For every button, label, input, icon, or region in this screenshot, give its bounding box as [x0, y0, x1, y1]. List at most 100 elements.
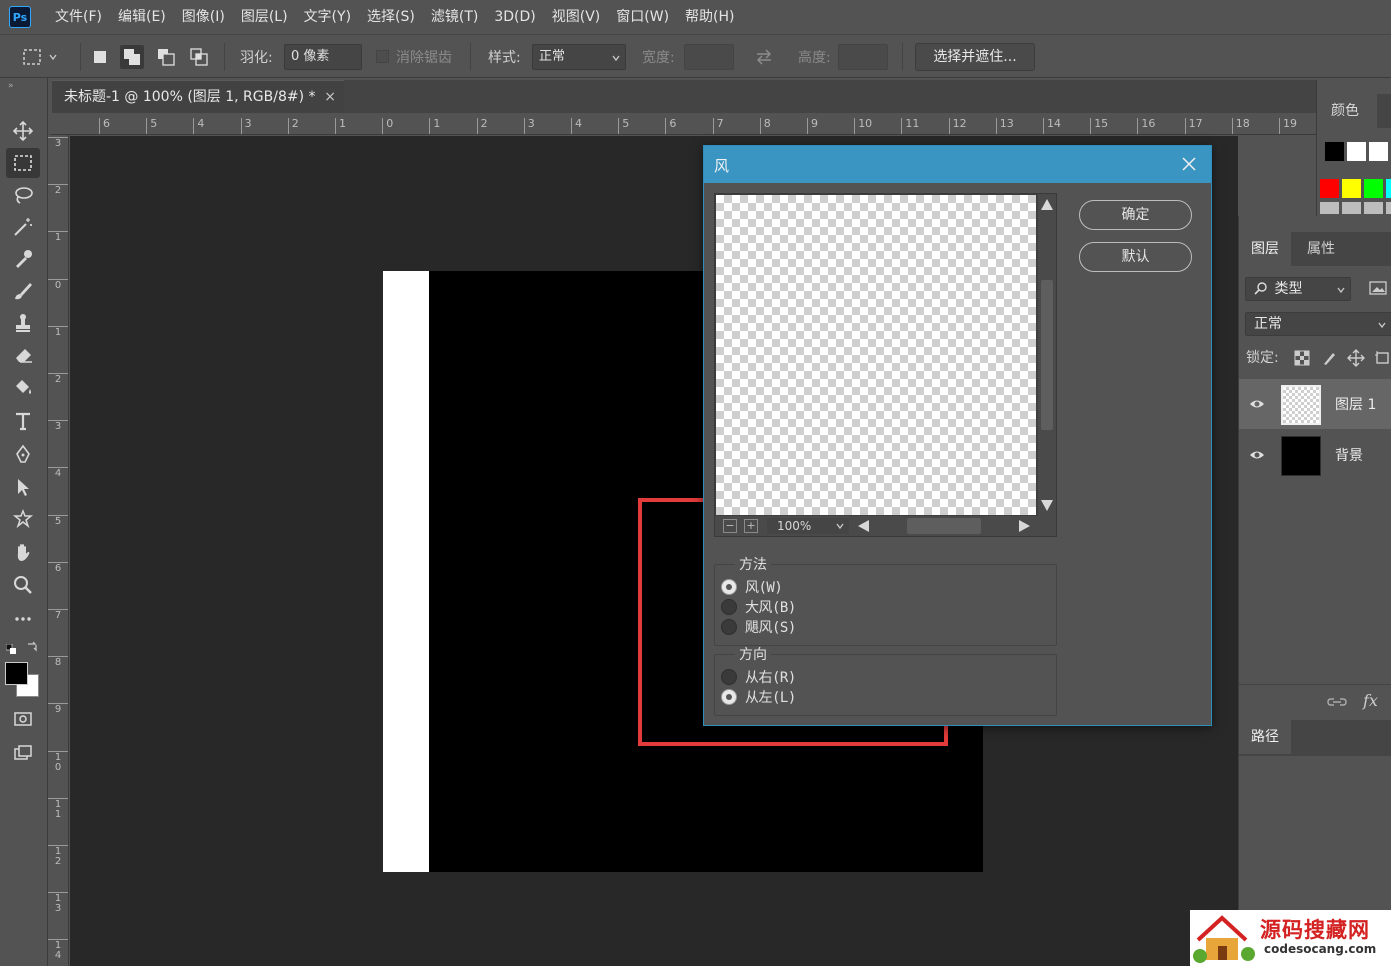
lock-image-pixels-icon[interactable] [1321, 350, 1337, 370]
default-colors-icon[interactable] [5, 642, 16, 654]
more-tools-button[interactable] [6, 604, 40, 634]
zoom-out-button[interactable]: − [723, 519, 737, 533]
lock-transparent-pixels-icon[interactable] [1294, 350, 1310, 370]
pen-tool[interactable] [6, 440, 40, 470]
clone-stamp-tool[interactable] [6, 308, 40, 338]
ok-button[interactable]: 确定 [1079, 200, 1192, 230]
tab-layers[interactable]: 图层 [1239, 232, 1291, 266]
document-tab[interactable]: 未标题-1 @ 100% (图层 1, RGB/8#) * × [52, 80, 344, 113]
radio-button[interactable] [721, 599, 737, 615]
preview-horizontal-thumb[interactable] [907, 518, 981, 534]
tool-preset-picker[interactable] [22, 45, 70, 69]
magnifier-icon [14, 576, 32, 594]
swatch[interactable] [1364, 179, 1383, 198]
eraser-tool[interactable] [6, 340, 40, 370]
scroll-left-icon[interactable] [855, 518, 871, 534]
swatch[interactable] [1386, 179, 1391, 198]
method-option-blast[interactable]: 大风(B) [721, 597, 796, 617]
radio-button[interactable] [721, 669, 737, 685]
collapse-toolbar-icon[interactable]: » [8, 81, 14, 91]
subtract-selection-button[interactable] [154, 45, 178, 69]
lock-artboard-icon[interactable] [1374, 350, 1390, 370]
quick-mask-button[interactable] [6, 704, 40, 734]
brush-tool[interactable] [6, 276, 40, 306]
menu-image[interactable]: 图像(I) [174, 0, 233, 34]
menu-help[interactable]: 帮助(H) [677, 0, 742, 34]
radio-button[interactable] [721, 619, 737, 635]
swap-dimensions-button[interactable] [754, 48, 774, 70]
layer-row[interactable]: 图层 1 [1239, 379, 1391, 429]
method-option-wind[interactable]: 风(W) [721, 577, 783, 597]
intersect-selection-button[interactable] [187, 45, 211, 69]
height-input[interactable] [838, 44, 888, 70]
preview-image[interactable] [716, 195, 1036, 515]
zoom-tool[interactable] [6, 570, 40, 600]
radio-button[interactable] [721, 689, 737, 705]
style-select[interactable]: 正常 [532, 44, 626, 70]
swatch[interactable] [1320, 179, 1339, 198]
menu-file[interactable]: 文件(F) [47, 0, 110, 34]
menu-3d[interactable]: 3D(D) [486, 0, 543, 34]
feather-input[interactable]: 0 像素 [284, 44, 362, 70]
tab-paths[interactable]: 路径 [1239, 720, 1291, 754]
swatch[interactable] [1347, 142, 1366, 161]
zoom-in-button[interactable]: + [744, 519, 758, 533]
layer-row[interactable]: 背景 [1239, 430, 1391, 480]
scroll-right-icon[interactable] [1017, 518, 1033, 534]
hand-tool[interactable] [6, 537, 40, 567]
blend-mode-select[interactable]: 正常 [1245, 312, 1391, 336]
swatch[interactable] [1369, 142, 1388, 161]
select-and-mask-button[interactable]: 选择并遮住... [915, 43, 1035, 71]
grey-swatches[interactable] [1320, 202, 1391, 214]
swap-colors-icon[interactable] [26, 640, 38, 656]
type-tool[interactable] [6, 406, 40, 436]
link-layers-icon[interactable] [1327, 695, 1347, 709]
default-button[interactable]: 默认 [1079, 242, 1192, 272]
eyedropper-tool[interactable] [6, 244, 40, 274]
close-icon[interactable] [1177, 152, 1201, 176]
scroll-down-icon[interactable] [1038, 498, 1056, 514]
swatch[interactable] [1325, 142, 1344, 161]
rectangular-marquee-tool[interactable] [6, 148, 40, 178]
radio-button[interactable] [721, 579, 737, 595]
path-selection-tool[interactable] [6, 472, 40, 502]
antialias-checkbox[interactable] [376, 50, 389, 63]
menu-view[interactable]: 视图(V) [544, 0, 609, 34]
visibility-eye-icon[interactable] [1249, 447, 1265, 463]
custom-shape-tool[interactable] [6, 504, 40, 534]
lasso-tool[interactable] [6, 180, 40, 210]
width-input[interactable] [684, 44, 734, 70]
tab-swatches[interactable] [1377, 94, 1391, 128]
move-tool[interactable] [6, 116, 40, 146]
direction-option-right[interactable]: 从右(R) [721, 667, 796, 687]
method-option-stagger[interactable]: 飓风(S) [721, 617, 796, 637]
add-to-selection-button[interactable] [120, 45, 144, 69]
layer-effects-icon[interactable]: fx [1363, 691, 1378, 710]
direction-option-left[interactable]: 从左(L) [721, 687, 796, 707]
scroll-up-icon[interactable] [1038, 196, 1056, 212]
foreground-color-swatch[interactable] [5, 662, 28, 685]
menu-type[interactable]: 文字(Y) [296, 0, 359, 34]
screen-mode-button[interactable] [6, 738, 40, 768]
filter-image-layers-icon[interactable] [1369, 280, 1387, 300]
tab-properties[interactable]: 属性 [1295, 232, 1347, 266]
zoom-level-select[interactable]: 100% [767, 518, 849, 534]
menu-edit[interactable]: 编辑(E) [110, 0, 174, 34]
menu-window[interactable]: 窗口(W) [608, 0, 677, 34]
preview-vertical-thumb[interactable] [1041, 280, 1053, 430]
watermark-title: 源码搜藏网 [1260, 918, 1370, 942]
lock-position-icon[interactable] [1347, 349, 1365, 371]
visibility-eye-icon[interactable] [1249, 396, 1265, 412]
menu-layer[interactable]: 图层(L) [233, 0, 296, 34]
dialog-titlebar[interactable]: 风 [704, 146, 1211, 183]
preview-vertical-scrollbar[interactable] [1038, 194, 1056, 516]
swatch[interactable] [1342, 179, 1361, 198]
menu-select[interactable]: 选择(S) [359, 0, 423, 34]
tab-color[interactable]: 颜色 [1316, 94, 1374, 128]
paint-bucket-tool[interactable] [6, 372, 40, 402]
menu-filter[interactable]: 滤镜(T) [423, 0, 486, 34]
new-selection-button[interactable] [88, 45, 112, 69]
close-document-icon[interactable]: × [324, 81, 336, 113]
layer-filter-select[interactable]: 类型 [1245, 277, 1351, 301]
magic-wand-tool[interactable] [6, 212, 40, 242]
